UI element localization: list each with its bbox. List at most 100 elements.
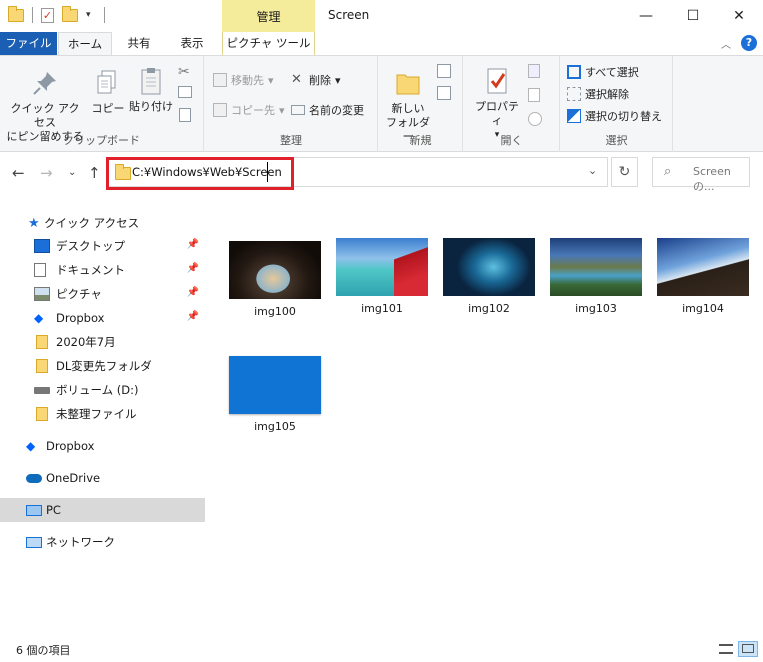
- easy-access-icon[interactable]: [437, 86, 451, 100]
- properties-button[interactable]: プロパティ ▾: [470, 66, 524, 142]
- select-all-button[interactable]: すべて選択: [567, 64, 639, 80]
- select-none-button[interactable]: 選択解除: [567, 86, 629, 102]
- title-bar: ✓ ▾ 管理 Screen — ☐ ✕: [0, 0, 763, 32]
- tab-view[interactable]: 表示: [166, 32, 218, 55]
- nav-label: 2020年7月: [56, 335, 116, 349]
- nav-dropbox[interactable]: ◆ Dropbox: [0, 434, 205, 458]
- invert-selection-label: 選択の切り替え: [585, 110, 662, 123]
- nav-label: Dropbox: [46, 439, 95, 453]
- tab-manage[interactable]: 管理: [222, 0, 315, 32]
- pin-icon[interactable]: 📌: [187, 311, 199, 322]
- move-to-label: 移動先: [231, 74, 264, 87]
- nav-pictures[interactable]: ピクチャ 📌: [0, 282, 205, 306]
- tab-share[interactable]: 共有: [116, 32, 162, 55]
- copy-to-button[interactable]: コピー先 ▾: [213, 102, 285, 118]
- nav-label: クイック アクセス: [44, 216, 140, 230]
- file-item[interactable]: img101: [336, 238, 428, 315]
- forward-button[interactable]: →: [40, 164, 53, 182]
- tab-file[interactable]: ファイル: [0, 32, 57, 55]
- pin-icon[interactable]: 📌: [187, 287, 199, 298]
- thumbnail-image: [550, 238, 642, 296]
- search-box[interactable]: ⌕ Screenの...: [652, 157, 750, 193]
- copy-to-label: コピー先: [231, 104, 275, 117]
- move-to-button[interactable]: 移動先 ▾: [213, 72, 274, 88]
- delete-button[interactable]: ✕ 削除 ▾: [291, 72, 341, 88]
- nav-label: ネットワーク: [46, 535, 115, 549]
- navigation-pane: ★ クイック アクセス デスクトップ 📌 ドキュメント 📌 ピクチャ 📌 ◆ D…: [0, 197, 210, 635]
- nav-folder-2020-07[interactable]: 2020年7月: [0, 330, 205, 354]
- new-folder-qat-icon[interactable]: [62, 5, 78, 22]
- file-name: img104: [682, 302, 724, 315]
- nav-quick-access[interactable]: ★ クイック アクセス: [0, 211, 205, 235]
- recent-locations-button[interactable]: ⌄: [68, 167, 76, 178]
- edit-icon[interactable]: [528, 88, 540, 102]
- file-item[interactable]: img100: [229, 241, 321, 318]
- maximize-icon: ☐: [686, 8, 700, 24]
- file-item[interactable]: img104: [657, 238, 749, 315]
- nav-documents[interactable]: ドキュメント 📌: [0, 258, 205, 282]
- new-item-icon[interactable]: [437, 64, 451, 78]
- nav-volume-d[interactable]: ボリューム (D:): [0, 378, 205, 402]
- file-item[interactable]: img102: [443, 238, 535, 315]
- address-dropdown-icon[interactable]: ⌄: [588, 164, 597, 177]
- paste-shortcut-icon[interactable]: [179, 108, 191, 122]
- pin-icon[interactable]: 📌: [187, 239, 199, 250]
- details-view-button[interactable]: [716, 641, 736, 657]
- nav-network[interactable]: ネットワーク: [0, 530, 205, 554]
- nav-onedrive[interactable]: OneDrive: [0, 466, 205, 490]
- nav-pc[interactable]: PC: [0, 498, 205, 522]
- nav-desktop[interactable]: デスクトップ 📌: [0, 234, 205, 258]
- copy-button[interactable]: コピー: [90, 68, 126, 116]
- large-icons-view-button[interactable]: [738, 641, 758, 657]
- minimize-icon: —: [639, 8, 653, 24]
- nav-label: DL変更先フォルダ: [56, 359, 152, 373]
- nav-folder-unsorted[interactable]: 未整理ファイル: [0, 402, 205, 426]
- nav-label: 未整理ファイル: [56, 407, 137, 421]
- pin-icon[interactable]: 📌: [187, 263, 199, 274]
- nav-folder-dl[interactable]: DL変更先フォルダ: [0, 354, 205, 378]
- up-button[interactable]: ↑: [88, 164, 101, 182]
- dropbox-icon: ◆: [26, 439, 36, 453]
- tab-home[interactable]: ホーム: [58, 32, 112, 55]
- file-item[interactable]: img103: [550, 238, 642, 315]
- collapse-ribbon-icon[interactable]: ︿: [721, 36, 731, 51]
- details-view-icon: [719, 644, 733, 654]
- status-bar: 6 個の項目: [0, 635, 763, 662]
- cut-icon[interactable]: ✂: [178, 64, 190, 80]
- open-group-label: 開く: [500, 134, 523, 147]
- star-icon: ★: [28, 216, 40, 231]
- large-icons-view-icon: [742, 644, 754, 653]
- thumbnail-image: [336, 238, 428, 296]
- open-icon[interactable]: [528, 64, 540, 78]
- copy-to-icon: [213, 103, 227, 117]
- drive-icon: [34, 386, 50, 394]
- rename-icon: [291, 105, 305, 115]
- new-group-label: 新規: [409, 134, 432, 147]
- ribbon: クイック アクセス にピン留めする コピー 貼り付け ✂ クリップボード 移動先…: [0, 55, 763, 152]
- pin-label-1: クイック アクセス: [10, 102, 80, 129]
- refresh-button[interactable]: ↻: [611, 157, 638, 187]
- nav-label: デスクトップ: [56, 239, 125, 253]
- search-placeholder: Screenの...: [693, 165, 731, 193]
- maximize-button[interactable]: ☐: [670, 0, 716, 32]
- file-item[interactable]: img105: [229, 356, 321, 433]
- tab-picture-tools[interactable]: ピクチャ ツール: [222, 32, 315, 55]
- minimize-button[interactable]: —: [623, 0, 669, 32]
- customize-qat-icon[interactable]: ▾: [86, 10, 96, 20]
- file-name: img105: [254, 420, 296, 433]
- back-button[interactable]: ←: [12, 164, 25, 182]
- history-icon[interactable]: [528, 112, 542, 126]
- rename-button[interactable]: 名前の変更: [291, 102, 364, 118]
- nav-label: ピクチャ: [56, 287, 102, 301]
- select-all-label: すべて選択: [585, 66, 639, 79]
- address-highlight-box: [106, 157, 294, 190]
- copy-path-icon[interactable]: [178, 86, 192, 98]
- close-button[interactable]: ✕: [716, 0, 762, 32]
- properties-qat-icon[interactable]: ✓: [41, 7, 54, 23]
- help-icon[interactable]: ?: [741, 35, 757, 51]
- nav-dropbox-pinned[interactable]: ◆ Dropbox 📌: [0, 306, 205, 330]
- paste-button[interactable]: 貼り付け: [128, 66, 174, 114]
- clipboard-group: クイック アクセス にピン留めする コピー 貼り付け ✂ クリップボード: [0, 56, 204, 152]
- invert-selection-button[interactable]: 選択の切り替え: [567, 108, 662, 124]
- delete-icon: ✕: [291, 72, 302, 87]
